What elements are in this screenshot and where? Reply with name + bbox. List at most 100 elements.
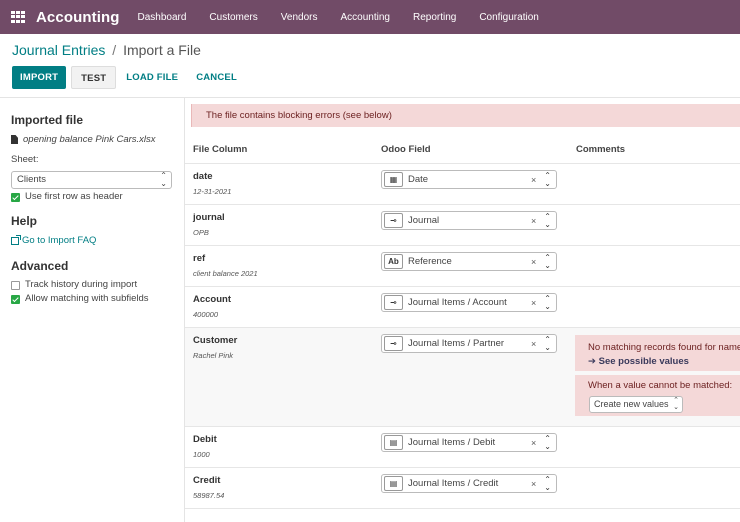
column-sample-credit: 58987.54 xyxy=(193,491,225,500)
field-label-ref: Reference xyxy=(408,256,452,267)
column-name-customer: Customer xyxy=(193,335,238,346)
allow-matching-label: Allow matching with subfields xyxy=(25,293,149,304)
clear-icon[interactable]: × xyxy=(531,479,536,489)
apps-menu-icon[interactable] xyxy=(11,11,25,23)
select-arrows-icon: ⌃ ⌄ xyxy=(160,171,167,188)
odoo-field-select-account[interactable]: ⊸ Journal Items / Account × ⌃ ⌄ xyxy=(381,293,557,312)
field-label-account: Journal Items / Account xyxy=(408,297,507,308)
first-row-header-checkbox[interactable] xyxy=(11,193,20,202)
external-link-icon xyxy=(11,234,21,245)
file-name: opening balance Pink Cars.xlsx xyxy=(11,134,156,145)
file-icon xyxy=(11,135,18,144)
header-file-column: File Column xyxy=(193,144,248,155)
menu-accounting[interactable]: Accounting xyxy=(340,12,389,23)
import-faq-link[interactable]: Go to Import FAQ xyxy=(11,234,97,246)
import-mapping-panel: The file contains blocking errors (see b… xyxy=(184,98,740,522)
field-label-date: Date xyxy=(408,174,429,185)
field-label-credit: Journal Items / Credit xyxy=(408,478,499,489)
unmatched-value-option-box: When a value cannot be matched: Create n… xyxy=(575,375,740,416)
column-sample-customer: Rachel Pink xyxy=(193,351,234,360)
advanced-heading: Advanced xyxy=(11,259,69,273)
test-button[interactable]: TEST xyxy=(71,66,117,89)
clear-icon[interactable]: × xyxy=(531,175,536,185)
menu-customers[interactable]: Customers xyxy=(209,12,257,23)
column-sample-account: 400000 xyxy=(193,310,219,319)
field-label-debit: Journal Items / Debit xyxy=(408,437,496,448)
menu-dashboard[interactable]: Dashboard xyxy=(138,12,187,23)
menu-reporting[interactable]: Reporting xyxy=(413,12,456,23)
column-sample-date: 12-31-2021 xyxy=(193,187,232,196)
breadcrumb-journal-entries[interactable]: Journal Entries xyxy=(12,42,105,58)
column-name-debit: Debit xyxy=(193,434,217,445)
import-button[interactable]: IMPORT xyxy=(12,66,67,89)
breadcrumb-separator: / xyxy=(112,42,117,58)
column-name-credit: Credit xyxy=(193,475,221,486)
header-odoo-field: Odoo Field xyxy=(381,144,431,155)
odoo-field-select-customer[interactable]: ⊸ Journal Items / Partner × ⌃ ⌄ xyxy=(381,334,557,353)
select-arrows-icon: ⌃ ⌄ xyxy=(544,293,551,311)
row-divider xyxy=(185,286,740,287)
select-arrows-icon: ⌃ ⌄ xyxy=(544,433,551,451)
unmatched-value-select-value: Create new values xyxy=(594,399,669,409)
column-name-date: date xyxy=(193,171,213,182)
main-menu: Dashboard Customers Vendors Accounting R… xyxy=(138,12,562,23)
document-icon: ▤ xyxy=(384,435,403,450)
track-history-checkbox[interactable] xyxy=(11,281,20,290)
row-divider xyxy=(185,163,740,164)
clear-icon[interactable]: × xyxy=(531,257,536,267)
sheet-select[interactable]: Clients ⌃ ⌄ xyxy=(11,171,172,189)
column-name-ref: ref xyxy=(193,253,206,264)
see-possible-values-link[interactable]: ➔ See possible values xyxy=(588,356,740,367)
column-sample-debit: 1000 xyxy=(193,450,210,459)
unmatched-value-select[interactable]: Create new values ⌃ ⌄ xyxy=(589,396,683,413)
sheet-label: Sheet: xyxy=(11,154,39,165)
select-arrows-icon: ⌃ ⌄ xyxy=(544,211,551,229)
odoo-field-select-debit[interactable]: ▤ Journal Items / Debit × ⌃ ⌄ xyxy=(381,433,557,452)
odoo-field-select-ref[interactable]: Ab Reference × ⌃ ⌄ xyxy=(381,252,557,271)
header-comments: Comments xyxy=(576,144,626,155)
clear-icon[interactable]: × xyxy=(531,438,536,448)
odoo-field-select-date[interactable]: ▦ Date × ⌃ ⌄ xyxy=(381,170,557,189)
column-sample-ref: client balance 2021 xyxy=(193,269,258,278)
customer-error-comment: No matching records found for name ➔ See… xyxy=(575,335,740,371)
action-toolbar: IMPORT TEST LOAD FILE CANCEL xyxy=(12,66,245,89)
field-label-customer: Journal Items / Partner xyxy=(408,338,505,349)
document-icon: ▤ xyxy=(384,476,403,491)
track-history-label: Track history during import xyxy=(25,279,138,290)
odoo-field-select-journal[interactable]: ⊸ Journal × ⌃ ⌄ xyxy=(381,211,557,230)
cancel-button[interactable]: CANCEL xyxy=(188,66,245,89)
no-matching-records-text: No matching records found for name xyxy=(588,342,740,353)
file-name-text: opening balance Pink Cars.xlsx xyxy=(23,134,156,145)
row-divider xyxy=(185,426,740,427)
row-divider xyxy=(185,467,740,468)
help-heading: Help xyxy=(11,214,38,228)
select-arrows-icon: ⌃ ⌄ xyxy=(544,170,551,188)
relation-icon: ⊸ xyxy=(384,295,403,310)
column-sample-journal: OPB xyxy=(193,228,209,237)
see-possible-values-text: See possible values xyxy=(598,356,689,367)
select-arrows-icon: ⌃ ⌄ xyxy=(544,474,551,492)
odoo-field-select-credit[interactable]: ▤ Journal Items / Credit × ⌃ ⌄ xyxy=(381,474,557,493)
clear-icon[interactable]: × xyxy=(531,216,536,226)
app-title[interactable]: Accounting xyxy=(36,9,120,26)
top-navbar: Accounting Dashboard Customers Vendors A… xyxy=(0,0,740,34)
imported-file-heading: Imported file xyxy=(11,113,84,127)
column-name-journal: journal xyxy=(193,212,225,223)
calendar-icon: ▦ xyxy=(384,172,403,187)
text-icon: Ab xyxy=(384,254,403,269)
sheet-select-value: Clients xyxy=(17,174,47,185)
import-faq-link-text: Go to Import FAQ xyxy=(22,235,97,246)
clear-icon[interactable]: × xyxy=(531,339,536,349)
column-name-account: Account xyxy=(193,294,231,305)
menu-vendors[interactable]: Vendors xyxy=(281,12,318,23)
blocking-errors-alert: The file contains blocking errors (see b… xyxy=(191,104,740,127)
menu-configuration[interactable]: Configuration xyxy=(479,12,538,23)
clear-icon[interactable]: × xyxy=(531,298,536,308)
load-file-button[interactable]: LOAD FILE xyxy=(118,66,186,89)
first-row-header-label: Use first row as header xyxy=(25,191,123,202)
row-divider xyxy=(185,204,740,205)
breadcrumb: Journal Entries / Import a File xyxy=(12,42,201,58)
row-divider xyxy=(185,508,740,509)
breadcrumb-current: Import a File xyxy=(123,42,201,58)
allow-matching-checkbox[interactable] xyxy=(11,295,20,304)
